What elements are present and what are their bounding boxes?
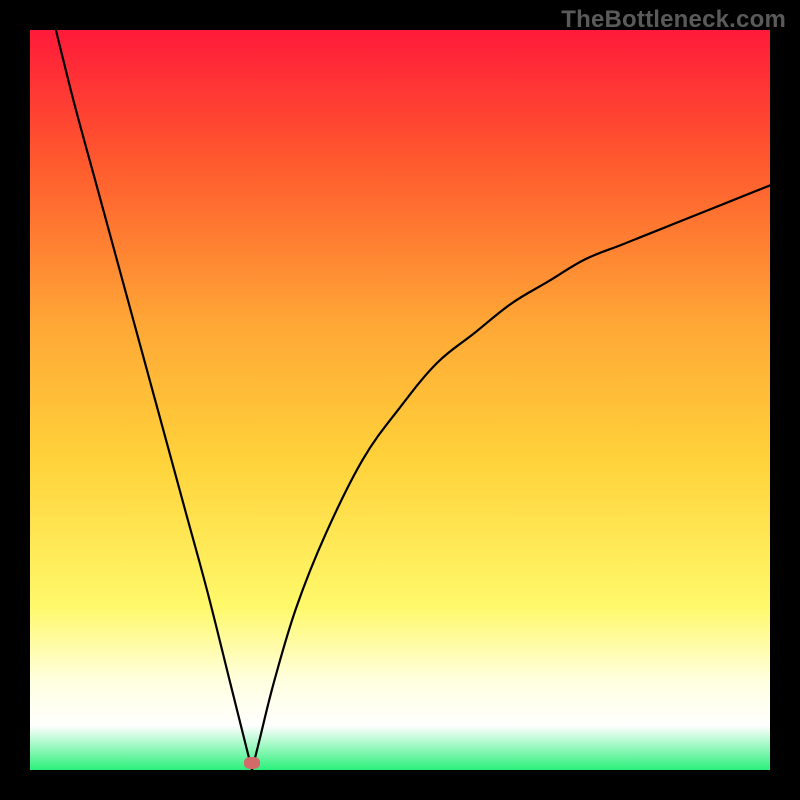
bottleneck-chart xyxy=(30,30,770,770)
minimum-marker xyxy=(244,757,260,769)
watermark-text: TheBottleneck.com xyxy=(561,6,786,34)
plot-background xyxy=(30,30,770,770)
figure-frame: TheBottleneck.com xyxy=(0,0,800,800)
